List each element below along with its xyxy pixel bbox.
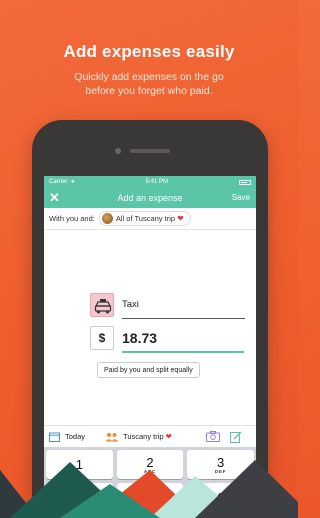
hero-subtitle-line1: Quickly add expenses on the go: [74, 71, 224, 83]
taxi-icon: [94, 299, 112, 314]
nav-bar: ✕ Add an expense Save: [44, 188, 256, 208]
carrier-text: Carrier: [49, 179, 68, 185]
hero-title: Add expenses easily: [63, 42, 235, 61]
status-time: 5:41 PM: [145, 179, 168, 185]
heart-icon: ❤: [177, 214, 184, 223]
group-chip-label: All of Tuscany trip: [115, 214, 176, 223]
amount-underline: [122, 351, 244, 353]
carrier-label: Carrier ●: [49, 179, 75, 185]
group-avatar: [101, 213, 113, 224]
with-label: With you and:: [49, 214, 95, 223]
phone-speaker: [130, 149, 170, 153]
close-button[interactable]: ✕: [49, 190, 60, 206]
decorative-triangles: [0, 460, 298, 518]
hero-subtitle-line2: before you forget who paid.: [85, 85, 213, 97]
amount-input[interactable]: 18.73: [122, 330, 157, 346]
category-button[interactable]: [90, 293, 114, 317]
phone-camera: [115, 148, 121, 154]
group-chip[interactable]: All of Tuscany trip ❤: [98, 211, 191, 226]
amount-row: $ 18.73: [90, 326, 248, 353]
description-input[interactable]: Taxi: [122, 299, 139, 310]
hero-subtitle: Quickly add expenses on the go before yo…: [40, 70, 258, 98]
close-icon: ✕: [49, 190, 60, 205]
split-button[interactable]: Paid by you and split equally: [97, 362, 200, 378]
wifi-icon: ●: [71, 179, 75, 185]
description-underline: [122, 318, 245, 319]
with-row: With you and: All of Tuscany trip ❤: [44, 208, 256, 230]
battery-icon: [239, 179, 251, 185]
save-button[interactable]: Save: [232, 193, 250, 202]
description-row: Taxi: [90, 293, 245, 319]
currency-button[interactable]: $: [90, 326, 114, 350]
nav-title: Add an expense: [117, 193, 183, 203]
status-bar: Carrier ● 5:41 PM: [44, 176, 256, 188]
